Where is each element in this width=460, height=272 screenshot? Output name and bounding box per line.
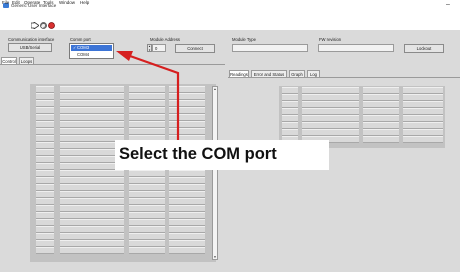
pointer-arrow xyxy=(116,51,180,140)
